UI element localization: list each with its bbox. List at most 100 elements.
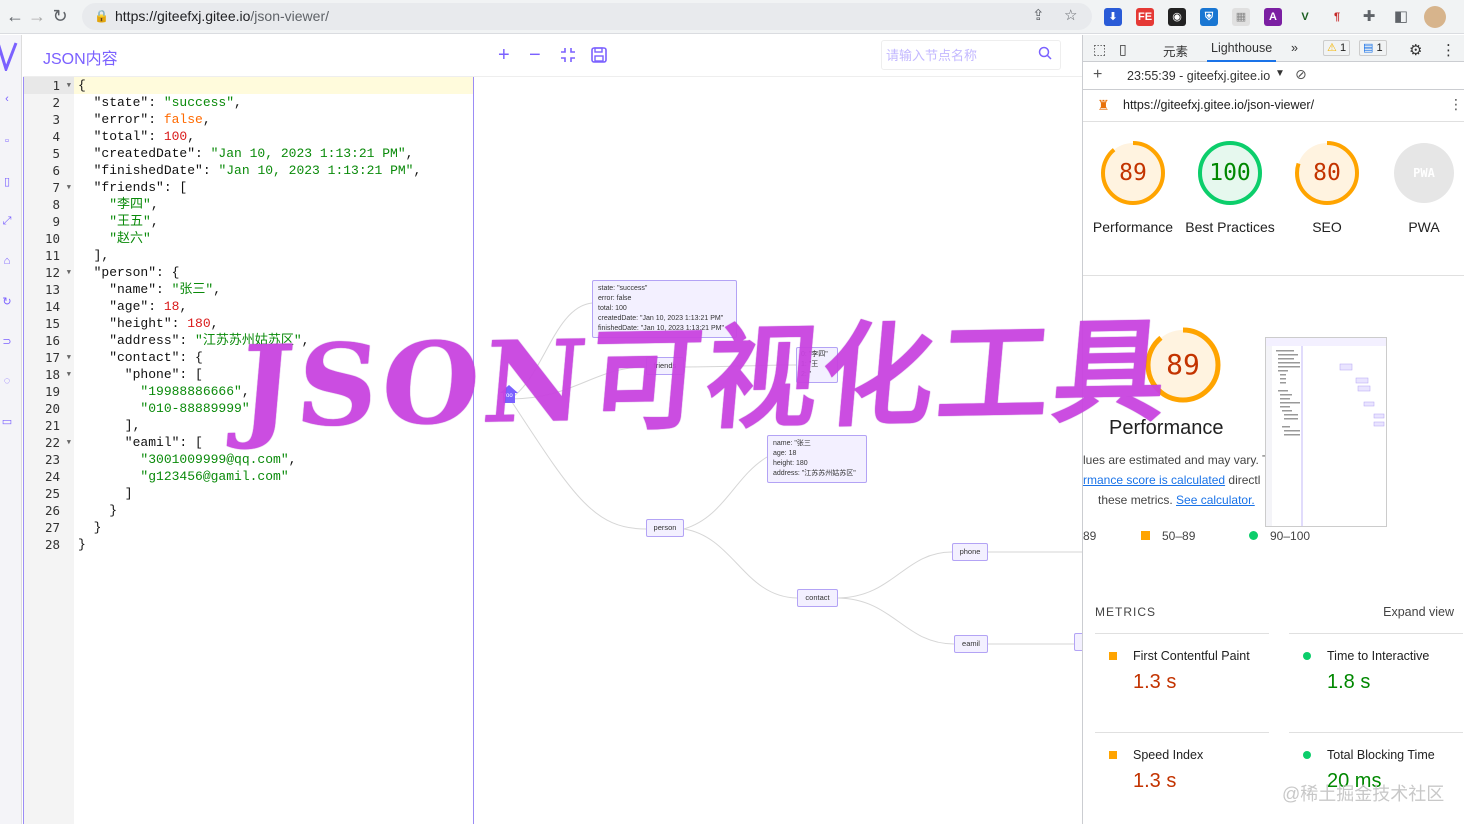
line-number: 23: [44, 452, 60, 467]
code-line: {: [78, 77, 86, 94]
code-token: "age":: [78, 299, 164, 314]
code-token: false: [163, 112, 203, 127]
plus-icon[interactable]: +: [498, 43, 510, 67]
eamil-values-node[interactable]: [1074, 633, 1082, 651]
line-number: 7 ▼: [52, 179, 71, 196]
page-screenshot-thumbnail[interactable]: [1265, 337, 1387, 527]
code-line: "g123456@gamil.com": [78, 468, 288, 485]
minus-icon[interactable]: −: [529, 43, 541, 67]
link-icon[interactable]: ⊃: [0, 335, 14, 349]
info-badge[interactable]: ▤ 1: [1359, 40, 1387, 56]
line-number: 26: [44, 503, 60, 518]
gear-icon[interactable]: ⚙: [1409, 41, 1422, 59]
report-menu-icon[interactable]: ⋮: [1449, 96, 1463, 113]
score-label: PWA: [1408, 219, 1440, 235]
grid-icon[interactable]: ▫: [0, 135, 14, 149]
inspect-icon[interactable]: ⬚: [1093, 41, 1106, 58]
extension-translate-icon[interactable]: A: [1264, 8, 1282, 26]
code-token: "total":: [78, 129, 164, 144]
kebab-menu-icon[interactable]: ⋮: [1441, 41, 1456, 59]
fold-caret-icon[interactable]: ▼: [67, 264, 71, 281]
line-number: 27: [44, 520, 60, 535]
code-line: "contact": {: [78, 349, 203, 366]
address-bar[interactable]: 🔒 https://giteefxj.gitee.io/json-viewer/…: [82, 3, 1092, 30]
extensions-puzzle-icon[interactable]: ✚: [1360, 8, 1378, 26]
contact-node[interactable]: contact: [797, 589, 838, 607]
file-icon[interactable]: ▭: [0, 415, 14, 429]
score-gauge-best-practices[interactable]: 100: [1196, 139, 1264, 212]
fold-caret-icon[interactable]: ▼: [67, 366, 71, 383]
report-url[interactable]: https://giteefxj.gitee.io/json-viewer/: [1123, 98, 1314, 112]
search-icon[interactable]: [1038, 46, 1052, 60]
doc-icon[interactable]: ▯: [0, 175, 14, 189]
reload-icon[interactable]: ↻: [49, 5, 71, 27]
dropdown-caret-icon[interactable]: ▼: [1275, 68, 1285, 79]
calculator-link[interactable]: See calculator.: [1176, 493, 1255, 507]
collapse-icon[interactable]: ‹: [0, 93, 14, 107]
fold-caret-icon[interactable]: ▼: [67, 434, 71, 451]
sidepanel-icon[interactable]: ◧: [1392, 8, 1410, 26]
line-number: 14: [44, 299, 60, 314]
fold-caret-icon[interactable]: ▼: [67, 179, 71, 196]
expand-icon[interactable]: ⤢: [0, 215, 14, 229]
report-select[interactable]: 23:55:39 - giteefxj.gitee.io: [1127, 69, 1270, 83]
fit-view-icon[interactable]: [560, 47, 576, 63]
code-token: "phone": [: [78, 367, 203, 382]
tab-lighthouse[interactable]: Lighthouse: [1207, 41, 1277, 62]
device-toggle-icon[interactable]: ▯: [1119, 41, 1127, 58]
tab-elements[interactable]: 元素: [1163, 41, 1188, 60]
extension-fe-icon[interactable]: FE: [1136, 8, 1154, 26]
warning-badge[interactable]: ⚠ 1: [1323, 40, 1351, 56]
score-gauge-pwa[interactable]: PWA: [1390, 139, 1458, 212]
extension-game-icon[interactable]: ◉: [1168, 8, 1186, 26]
fold-caret-icon[interactable]: ▼: [67, 77, 71, 94]
bookmark-star-icon[interactable]: ☆: [1064, 6, 1077, 24]
node-value-line: age: 18: [773, 450, 797, 457]
line-number: 20: [44, 401, 60, 416]
profile-avatar[interactable]: [1424, 6, 1446, 28]
perf-note-2: rmance score is calculated directl: [1083, 473, 1260, 487]
metric-label: Total Blocking Time: [1327, 748, 1435, 762]
save-icon[interactable]: [591, 47, 607, 63]
code-token: {: [78, 78, 86, 93]
code-line: "name": "张三",: [78, 281, 221, 298]
search-input[interactable]: [886, 45, 1036, 65]
legend-mid-text: 50–89: [1162, 529, 1196, 543]
extension-paragraph-icon[interactable]: ¶: [1328, 8, 1346, 26]
extension-shield-icon[interactable]: ⛨: [1200, 8, 1218, 26]
json-graph-canvas[interactable]: roo state: "success" error: false total: 1…: [474, 77, 1082, 824]
metric-label: Time to Interactive: [1327, 649, 1430, 663]
share-icon[interactable]: ⇪: [1032, 6, 1045, 24]
settings-icon[interactable]: ◌: [0, 375, 14, 389]
person-node[interactable]: person: [646, 519, 684, 537]
score-value: PWA: [1413, 166, 1435, 180]
code-token: "Jan 10, 2023 1:13:21 PM": [210, 146, 406, 161]
share-node-icon[interactable]: ⌂: [0, 255, 14, 269]
score-calc-link[interactable]: rmance score is calculated: [1083, 473, 1225, 487]
extension-grid-icon[interactable]: ▦: [1232, 8, 1250, 26]
back-icon[interactable]: ←: [4, 5, 26, 27]
code-token: "Jan 10, 2023 1:13:21 PM": [218, 163, 414, 178]
extension-vue-icon[interactable]: V: [1296, 8, 1314, 26]
line-number: 21: [44, 418, 60, 433]
expand-view-toggle[interactable]: Expand view: [1383, 605, 1454, 619]
report-selector-bar: + 23:55:39 - giteefxj.gitee.io ▼ ⊘: [1083, 62, 1464, 90]
fold-caret-icon[interactable]: ▼: [67, 349, 71, 366]
score-gauge-seo[interactable]: 80: [1293, 139, 1361, 212]
code-line: "person": {: [78, 264, 180, 281]
code-token: "person": {: [78, 265, 180, 280]
code-line: "3001009999@qq.com",: [78, 451, 296, 468]
extension-download-icon[interactable]: ⬇: [1104, 8, 1122, 26]
refresh-icon[interactable]: ↻: [0, 295, 14, 309]
code-line: "李四",: [78, 196, 158, 213]
code-token: 18: [163, 299, 180, 314]
new-report-icon[interactable]: +: [1093, 66, 1102, 84]
edge-person-contact: [683, 528, 798, 599]
more-tabs-icon[interactable]: »: [1291, 41, 1298, 55]
eamil-node[interactable]: eamil: [954, 635, 988, 653]
clear-icon[interactable]: ⊘: [1295, 66, 1307, 83]
score-gauge-performance[interactable]: 89: [1099, 139, 1167, 212]
legend-low-text: 89: [1083, 529, 1097, 543]
forward-icon[interactable]: →: [26, 5, 48, 27]
phone-node[interactable]: phone: [952, 543, 988, 561]
